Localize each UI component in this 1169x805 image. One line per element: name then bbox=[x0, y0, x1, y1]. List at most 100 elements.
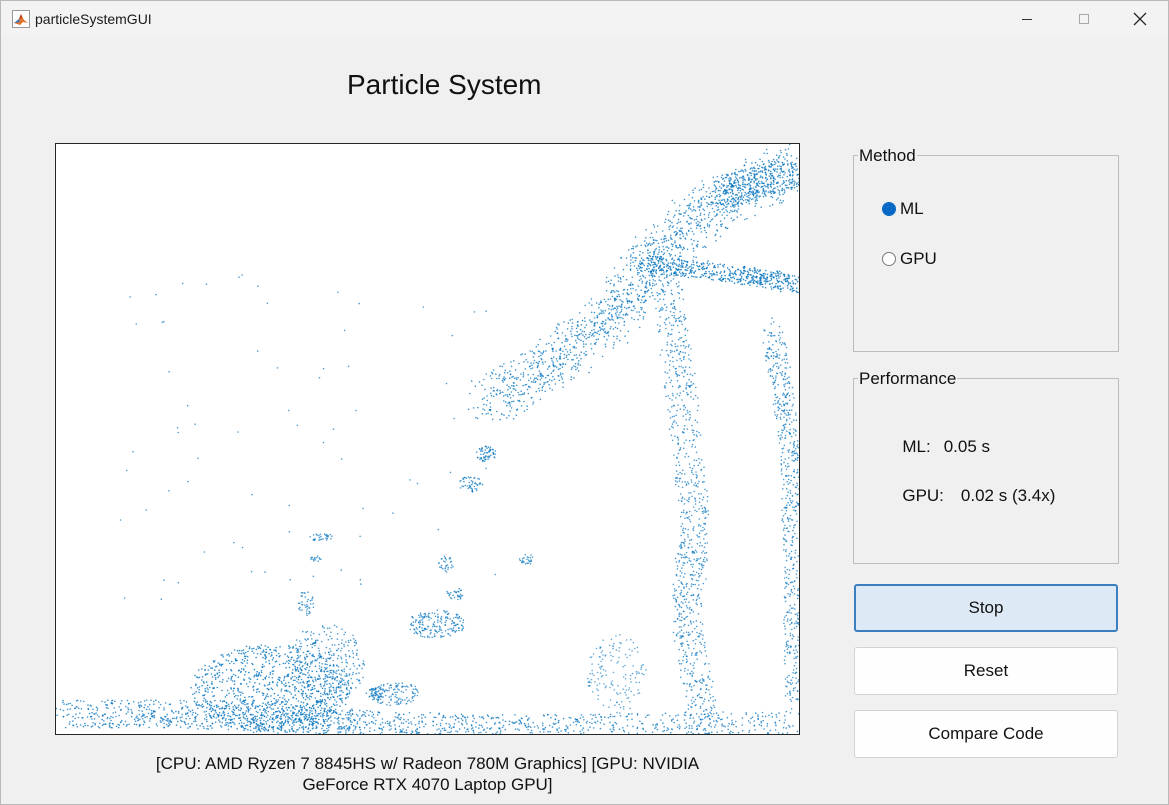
particle bbox=[790, 679, 793, 681]
particle bbox=[779, 337, 782, 339]
particle bbox=[548, 384, 550, 386]
particle bbox=[676, 457, 678, 460]
particle bbox=[620, 310, 622, 313]
particle bbox=[609, 282, 612, 285]
particle bbox=[280, 715, 282, 717]
particle bbox=[207, 725, 209, 727]
particle-plot-axes[interactable] bbox=[55, 143, 800, 735]
particle bbox=[317, 706, 319, 708]
particle bbox=[93, 718, 96, 720]
particle bbox=[667, 239, 670, 242]
particle bbox=[358, 664, 361, 667]
particle bbox=[684, 540, 686, 542]
particle bbox=[781, 473, 783, 475]
particle bbox=[330, 690, 333, 692]
particle bbox=[206, 720, 208, 723]
particle bbox=[551, 726, 554, 728]
particle bbox=[221, 681, 223, 683]
particle bbox=[691, 675, 693, 677]
particle bbox=[180, 702, 182, 704]
particle bbox=[683, 498, 686, 500]
particle bbox=[202, 725, 204, 728]
particle bbox=[206, 684, 209, 687]
particle bbox=[668, 369, 671, 371]
particle bbox=[692, 732, 694, 734]
particle bbox=[772, 403, 775, 406]
particle bbox=[210, 704, 213, 707]
particle bbox=[520, 390, 522, 392]
particle bbox=[513, 360, 515, 362]
particle bbox=[688, 498, 690, 501]
particle bbox=[175, 724, 178, 726]
particle bbox=[211, 676, 214, 678]
particle bbox=[478, 727, 480, 729]
particle bbox=[308, 713, 311, 715]
particle bbox=[232, 713, 234, 716]
particle bbox=[410, 723, 413, 725]
particle bbox=[201, 703, 204, 706]
particle bbox=[698, 568, 700, 570]
particle bbox=[467, 408, 470, 411]
particle bbox=[187, 706, 189, 708]
particle bbox=[688, 344, 690, 346]
particle bbox=[239, 682, 242, 685]
title-bar[interactable]: particleSystemGUI bbox=[1, 1, 1168, 37]
particle bbox=[126, 723, 128, 726]
minimize-button[interactable] bbox=[999, 1, 1055, 37]
particle bbox=[614, 715, 616, 718]
particle bbox=[591, 329, 593, 332]
particle bbox=[585, 722, 588, 724]
particle bbox=[697, 486, 699, 488]
particle bbox=[359, 728, 362, 731]
particle bbox=[677, 499, 680, 502]
particle bbox=[335, 672, 338, 675]
particle bbox=[204, 718, 206, 720]
particle bbox=[785, 559, 788, 562]
particle bbox=[695, 619, 698, 622]
particle bbox=[524, 724, 527, 726]
particle bbox=[341, 670, 344, 672]
particle bbox=[787, 681, 790, 684]
particle bbox=[654, 724, 657, 726]
particle bbox=[576, 721, 579, 723]
particle bbox=[794, 429, 797, 431]
particle bbox=[638, 254, 641, 256]
particle bbox=[274, 704, 276, 707]
particle bbox=[275, 660, 278, 663]
particle bbox=[337, 716, 340, 719]
particle bbox=[265, 661, 267, 663]
particle bbox=[786, 358, 788, 360]
particle bbox=[710, 713, 712, 715]
particle bbox=[280, 688, 283, 690]
particle bbox=[87, 704, 89, 706]
particle bbox=[285, 703, 288, 705]
particle bbox=[165, 719, 167, 722]
particle bbox=[228, 692, 230, 695]
maximize-button[interactable] bbox=[1056, 1, 1112, 37]
particle bbox=[206, 673, 209, 675]
particle bbox=[790, 581, 793, 583]
particle bbox=[107, 699, 109, 701]
particle bbox=[607, 717, 610, 719]
particle bbox=[671, 314, 673, 317]
particle bbox=[791, 405, 794, 407]
particle bbox=[547, 730, 549, 733]
particle bbox=[682, 351, 684, 354]
particle bbox=[351, 650, 354, 652]
particle bbox=[185, 705, 187, 707]
particle bbox=[773, 381, 776, 384]
particle bbox=[793, 419, 795, 421]
particle bbox=[191, 714, 194, 716]
particle bbox=[793, 476, 796, 479]
particle bbox=[432, 724, 435, 727]
particle bbox=[784, 628, 787, 630]
particle bbox=[676, 393, 679, 395]
particle bbox=[158, 707, 160, 709]
particle bbox=[786, 382, 789, 384]
particle bbox=[675, 589, 678, 592]
particle bbox=[326, 693, 329, 695]
particle bbox=[300, 645, 303, 648]
close-button[interactable] bbox=[1112, 1, 1168, 37]
particle bbox=[507, 388, 509, 391]
particle bbox=[614, 721, 616, 724]
